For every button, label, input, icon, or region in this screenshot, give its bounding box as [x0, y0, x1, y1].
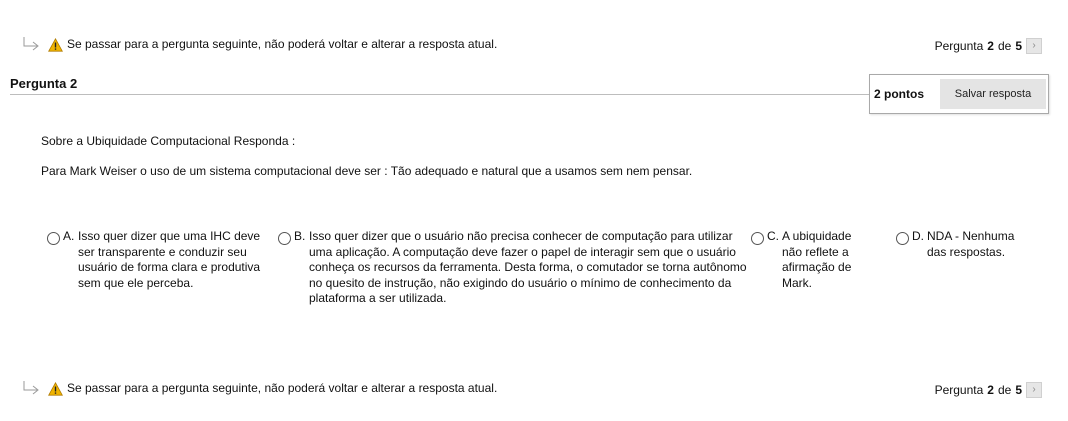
next-question-button[interactable]: › [1026, 38, 1042, 54]
warning-text: Se passar para a pergunta seguinte, não … [67, 381, 498, 395]
pager-total: 5 [1015, 39, 1022, 53]
navigation-warning-top: Se passar para a pergunta seguinte, não … [22, 36, 1042, 56]
option-text: Isso quer dizer que uma IHC deve ser tra… [78, 229, 261, 290]
warning-icon [48, 382, 63, 396]
question-header: Pergunta 2 [10, 76, 870, 95]
chevron-right-icon: › [1032, 40, 1036, 51]
pager-separator: de [997, 39, 1012, 53]
option-text: Isso quer dizer que o usuário não precis… [309, 229, 747, 305]
question-title: Pergunta 2 [10, 76, 78, 91]
pager-prefix: Pergunta [934, 383, 984, 397]
pager-current: 2 [987, 39, 994, 53]
option-text: NDA - Nenhuma das respostas. [927, 229, 1015, 259]
option-text: A ubiquidade não reflete a afirmação de … [782, 229, 852, 290]
pager-current: 2 [987, 383, 994, 397]
warning-icon [48, 38, 63, 52]
question-pager: Pergunta 2 de 5 › [935, 382, 1042, 398]
option-letter: B. [294, 229, 306, 243]
radio-option-d[interactable] [896, 232, 909, 245]
radio-option-a[interactable] [47, 232, 60, 245]
pager-separator: de [997, 383, 1012, 397]
save-answer-button[interactable]: Salvar resposta [940, 79, 1046, 109]
indent-arrow-icon [23, 381, 39, 395]
question-prompt-statement: Para Mark Weiser o uso de um sistema com… [41, 164, 693, 178]
warning-text: Se passar para a pergunta seguinte, não … [67, 37, 498, 51]
points-label: 2 pontos [874, 87, 924, 101]
points-box: 2 pontos Salvar resposta [869, 74, 1049, 114]
navigation-warning-bottom: Se passar para a pergunta seguinte, não … [22, 380, 1042, 400]
option-letter: D. [912, 229, 924, 243]
option-letter: A. [63, 229, 75, 243]
question-prompt-heading: Sobre a Ubiquidade Computacional Respond… [41, 134, 296, 148]
chevron-right-icon: › [1032, 384, 1036, 395]
next-question-button[interactable]: › [1026, 382, 1042, 398]
question-pager: Pergunta 2 de 5 › [935, 38, 1042, 54]
radio-option-b[interactable] [278, 232, 291, 245]
indent-arrow-icon [23, 37, 39, 51]
pager-prefix: Pergunta [934, 39, 984, 53]
radio-option-c[interactable] [751, 232, 764, 245]
option-letter: C. [767, 229, 779, 243]
pager-total: 5 [1015, 383, 1022, 397]
